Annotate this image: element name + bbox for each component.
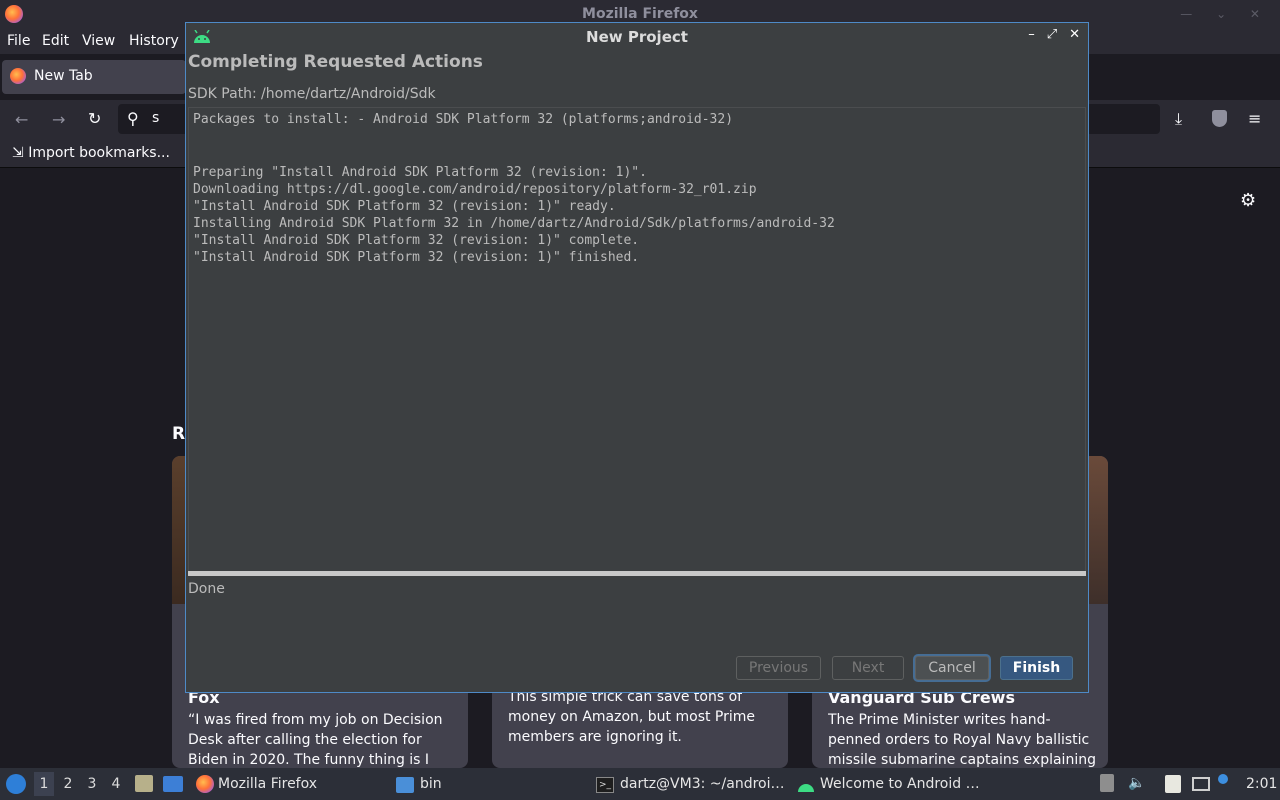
workspace-3[interactable]: 3 <box>82 776 102 792</box>
firefox-window-controls[interactable]: — ⌄ ✕ <box>1180 7 1270 21</box>
network-icon[interactable] <box>1192 777 1210 791</box>
start-menu-icon[interactable] <box>6 774 26 794</box>
taskbar-app-firefox[interactable]: Mozilla Firefox <box>194 772 394 798</box>
android-icon <box>798 784 814 792</box>
log-lines: Preparing "Install Android SDK Platform … <box>193 164 835 266</box>
dialog-window-controls: – ⤢ ✕ <box>1016 27 1080 42</box>
minimize-icon[interactable]: – <box>1028 27 1035 42</box>
terminal-icon: >_ <box>596 777 614 793</box>
menu-view[interactable]: View <box>82 33 115 49</box>
search-icon: ⚲ <box>127 109 139 128</box>
maximize-icon[interactable]: ⤢ <box>1047 27 1057 42</box>
log-line: Downloading https://dl.google.com/androi… <box>193 182 757 197</box>
previous-button[interactable]: Previous <box>736 656 821 680</box>
folder-icon <box>396 777 414 793</box>
new-project-dialog: New Project – ⤢ ✕ Completing Requested Act… <box>185 22 1089 693</box>
back-icon[interactable]: ← <box>15 110 28 129</box>
story-excerpt: “I was fired from my job on Decision Des… <box>188 712 443 768</box>
sdk-path-value: /home/dartz/Android/Sdk <box>261 86 436 102</box>
log-line: "Install Android SDK Platform 32 (revisi… <box>193 250 640 265</box>
bookmark-import[interactable]: ⇲ Import bookmarks... <box>12 145 170 161</box>
next-button[interactable]: Next <box>832 656 904 680</box>
settings-gear-icon[interactable]: ⚙ <box>1240 190 1256 211</box>
tab-favicon-icon <box>10 68 26 84</box>
taskbar-app-label: Welcome to Android … <box>820 776 980 792</box>
import-icon: ⇲ <box>12 145 24 161</box>
log-line: "Install Android SDK Platform 32 (revisi… <box>193 233 640 248</box>
hamburger-menu-icon[interactable]: ≡ <box>1248 109 1261 128</box>
status-text: Done <box>188 581 225 597</box>
taskbar-app-android-studio[interactable]: Welcome to Android … <box>796 772 986 798</box>
workspace-2[interactable]: 2 <box>58 776 78 792</box>
progress-fill <box>188 571 1086 576</box>
story-excerpt: The Prime Minister writes hand-penned or… <box>828 712 1096 768</box>
tab-label: New Tab <box>34 68 93 84</box>
menu-history[interactable]: History <box>129 33 179 49</box>
firefox-window-title: Mozilla Firefox <box>582 6 698 22</box>
story-excerpt: This simple trick can save tons of money… <box>508 689 756 745</box>
menu-file[interactable]: File <box>7 33 30 49</box>
workspace-4[interactable]: 4 <box>106 776 126 792</box>
packages-to-install: Packages to install: - Android SDK Platf… <box>193 112 734 127</box>
file-manager-launcher-icon[interactable] <box>135 775 153 792</box>
cancel-button[interactable]: Cancel <box>915 656 989 680</box>
sdk-path-label: SDK Path: <box>188 86 257 102</box>
taskbar-app-bin[interactable]: bin <box>396 772 586 798</box>
workspace-1[interactable]: 1 <box>34 772 54 796</box>
log-line: Preparing "Install Android SDK Platform … <box>193 165 647 180</box>
dialog-title: New Project <box>586 28 688 46</box>
download-icon[interactable]: ⤓ <box>1175 109 1182 129</box>
forward-icon[interactable]: → <box>52 110 65 129</box>
install-log[interactable]: Packages to install: - Android SDK Platf… <box>188 107 1086 573</box>
tab-new-tab[interactable]: New Tab <box>2 60 186 94</box>
url-input[interactable]: s <box>152 110 159 126</box>
log-line: "Install Android SDK Platform 32 (revisi… <box>193 199 616 214</box>
notification-icon[interactable] <box>1218 774 1228 784</box>
show-desktop-icon[interactable] <box>163 776 183 792</box>
finish-button[interactable]: Finish <box>1000 656 1073 680</box>
log-line: Installing Android SDK Platform 32 in /h… <box>193 216 835 231</box>
taskbar-app-label: Mozilla Firefox <box>218 776 318 792</box>
volume-icon[interactable]: 🔈 <box>1128 775 1145 791</box>
bookmark-import-label: Import bookmarks... <box>28 145 170 161</box>
taskbar-app-label: dartz@VM3: ~/androi… <box>620 776 785 792</box>
notes-icon[interactable] <box>1165 775 1181 793</box>
progress-bar <box>188 571 1086 576</box>
clock: 2:01 <box>1246 776 1278 792</box>
clipboard-icon[interactable] <box>1100 774 1114 792</box>
menu-edit[interactable]: Edit <box>42 33 69 49</box>
reload-icon[interactable]: ↻ <box>88 109 101 128</box>
taskbar-app-terminal[interactable]: >_ dartz@VM3: ~/androi… <box>596 772 791 798</box>
step-header: Completing Requested Actions <box>188 52 483 72</box>
close-icon[interactable]: ✕ <box>1069 27 1080 42</box>
firefox-icon <box>196 775 214 793</box>
ublock-shield-icon[interactable] <box>1212 110 1227 127</box>
taskbar-app-label: bin <box>420 776 442 792</box>
